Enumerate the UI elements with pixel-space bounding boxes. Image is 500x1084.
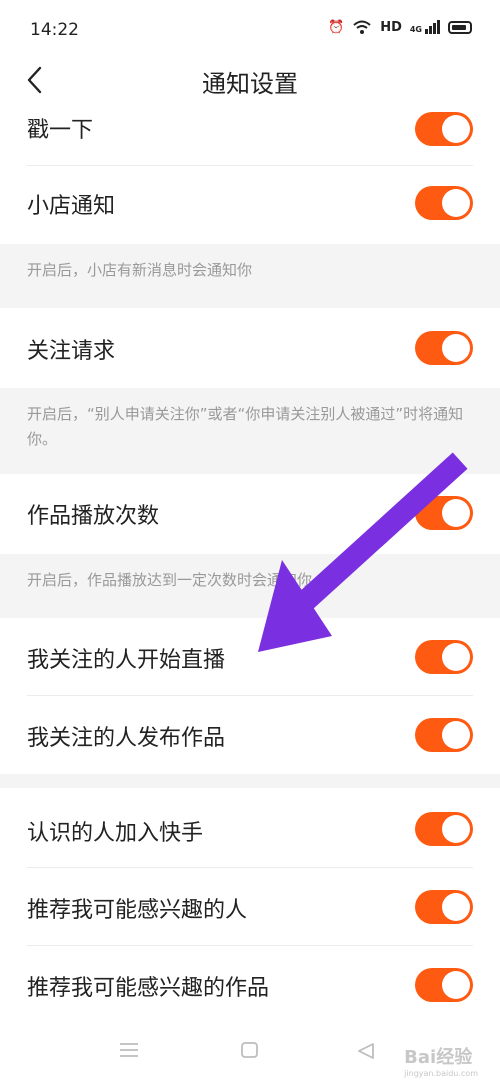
setting-label-recommend-people: 推荐我可能感兴趣的人 — [27, 898, 248, 923]
nav-bar: 通知设置 — [0, 58, 500, 104]
note-follow-request: 开启后，“别人申请关注你”或者“你申请关注别人被通过”时将通知你。 — [0, 388, 500, 474]
alarm-icon: ⏰ — [328, 19, 345, 35]
setting-row-poke: 戳一下 — [0, 104, 500, 166]
toggle-play-count[interactable] — [415, 496, 473, 530]
toggle-new-work[interactable] — [415, 718, 473, 752]
setting-row-follow-request: 关注请求 — [0, 308, 500, 388]
setting-row-shop: 小店通知 — [0, 166, 500, 244]
setting-label-recommend-works: 推荐我可能感兴趣的作品 — [27, 976, 270, 1001]
setting-label-acquaintance: 认识的人加入快手 — [27, 821, 204, 846]
toggle-knob — [442, 334, 470, 362]
toggle-shop[interactable] — [415, 186, 473, 220]
setting-label-poke: 戳一下 — [27, 118, 94, 143]
watermark-url: jingyan.baidu.com — [404, 1069, 478, 1078]
toggle-recommend-works[interactable] — [415, 968, 473, 1002]
setting-label-live-start: 我关注的人开始直播 — [27, 648, 226, 673]
wifi-icon — [353, 20, 371, 34]
toggle-live-start[interactable] — [415, 640, 473, 674]
setting-row-live-start: 我关注的人开始直播 — [0, 618, 500, 696]
page-title: 通知设置 — [202, 70, 298, 98]
toggle-knob — [442, 115, 470, 143]
setting-row-new-work: 我关注的人发布作品 — [0, 696, 500, 774]
settings-list: 戳一下 小店通知 开启后，小店有新消息时会通知你 关注请求 开启后，“别人申请关… — [0, 104, 500, 1024]
setting-label-shop: 小店通知 — [27, 194, 116, 219]
toggle-knob — [442, 499, 470, 527]
note-play-count: 开启后，作品播放达到一定次数时会通知你。 — [0, 554, 500, 618]
status-icons: ⏰ HD 4G — [328, 19, 472, 35]
toggle-knob — [442, 721, 470, 749]
toggle-poke[interactable] — [415, 112, 473, 146]
note-shop: 开启后，小店有新消息时会通知你 — [0, 244, 500, 308]
watermark-text: Bai经验 — [404, 1047, 473, 1068]
setting-row-play-count: 作品播放次数 — [0, 474, 500, 554]
toggle-knob — [442, 971, 470, 999]
status-time: 14:22 — [30, 20, 79, 40]
toggle-follow-request[interactable] — [415, 331, 473, 365]
toggle-knob — [442, 643, 470, 671]
setting-row-recommend-works: 推荐我可能感兴趣的作品 — [0, 946, 500, 1024]
setting-row-acquaintance: 认识的人加入快手 — [0, 788, 500, 868]
setting-label-play-count: 作品播放次数 — [27, 504, 160, 529]
watermark: Bai经验 jingyan.baidu.com — [404, 1043, 478, 1078]
toggle-recommend-people[interactable] — [415, 890, 473, 924]
setting-label-follow-request: 关注请求 — [27, 339, 116, 364]
battery-icon — [448, 20, 472, 34]
signal-icon: 4G — [410, 20, 440, 34]
status-bar: 14:22 ⏰ HD 4G — [0, 0, 500, 58]
toggle-knob — [442, 815, 470, 843]
toggle-acquaintance[interactable] — [415, 812, 473, 846]
signal-label: 4G — [409, 25, 422, 34]
menu-icon[interactable] — [118, 1041, 140, 1059]
toggle-knob — [442, 893, 470, 921]
system-nav-bar: Bai经验 jingyan.baidu.com — [0, 1026, 500, 1084]
back-triangle-icon[interactable] — [356, 1041, 376, 1061]
toggle-knob — [442, 189, 470, 217]
home-icon[interactable] — [240, 1041, 260, 1059]
setting-row-recommend-people: 推荐我可能感兴趣的人 — [0, 868, 500, 946]
hd-label: HD — [380, 19, 402, 35]
setting-label-new-work: 我关注的人发布作品 — [27, 726, 226, 751]
section-gap — [0, 774, 500, 788]
